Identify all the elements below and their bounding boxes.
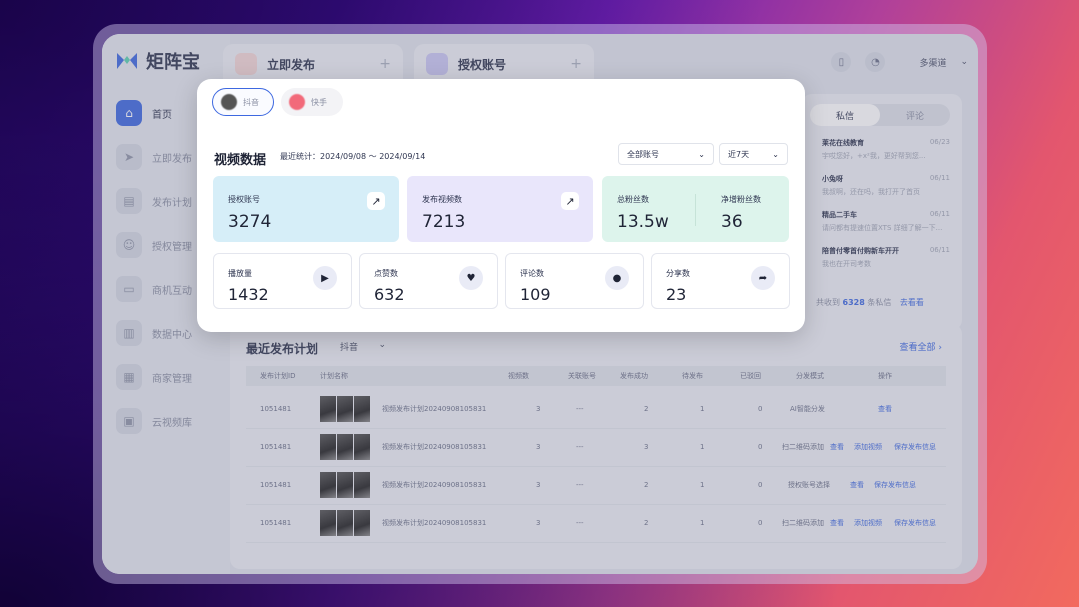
plays-stat-card: 播放量 1432 ▶ <box>213 253 352 309</box>
chevron-down-icon: ⌄ <box>772 149 779 159</box>
likes-stat-card: 点赞数 632 ♥ <box>359 253 498 309</box>
video-thumbnails <box>320 434 370 460</box>
add-video-link[interactable]: 添加视频 <box>854 442 882 452</box>
sidebar-item-home[interactable]: ⌂ 首页 <box>116 100 172 126</box>
authorize-icon <box>426 53 448 75</box>
kuaishou-icon <box>289 94 305 110</box>
video-thumbnails <box>320 472 370 498</box>
save-publish-link[interactable]: 保存发布信息 <box>894 518 936 528</box>
messages-panel: 私信 评论 莱花在线教育 06/23 宇哎您好，+x²我，更好帮到您... 小兔呀… <box>802 94 962 330</box>
chat-icon: ▭ <box>116 276 142 302</box>
bell-icon[interactable]: ◔ <box>865 52 886 72</box>
platform-tab-kuaishou[interactable]: 快手 <box>281 88 343 116</box>
comment-icon: ● <box>605 266 629 290</box>
logo: 矩阵宝 <box>116 48 200 74</box>
view-link[interactable]: 查看 <box>830 518 844 528</box>
view-all-link[interactable]: 查看全部 › <box>900 340 942 353</box>
table-row[interactable]: 1051481 视频发布计划20240908105831 3 --- 2 1 0… <box>246 466 946 505</box>
sidebar-item-auth[interactable]: ☺ 授权管理 <box>116 232 192 258</box>
table-row[interactable]: 1051481 视频发布计划20240908105831 3 --- 3 1 0… <box>246 428 946 467</box>
message-item[interactable]: 陪曾付零首付购新车开开 06/11 我也在开司考数 <box>822 246 950 269</box>
send-icon: ➤ <box>116 144 142 170</box>
sidebar-item-plan[interactable]: ▤ 发布计划 <box>116 188 192 214</box>
logo-text: 矩阵宝 <box>146 52 200 73</box>
video-data-modal: 抖音 快手 视频数据 最近统计：2024/09/08 ～ 2024/09/14 … <box>197 79 805 332</box>
top-right-bar: ▯ ◔ 多渠道 ⌄ <box>831 52 968 72</box>
messages-tabs: 私信 评论 <box>810 104 950 126</box>
published-videos-card[interactable]: 发布视频数 7213 ↗ <box>407 176 593 242</box>
sidebar-item-publish[interactable]: ➤ 立即发布 <box>116 144 192 170</box>
fans-card: 总粉丝数 13.5w 净增粉丝数 36 <box>602 176 789 242</box>
view-link[interactable]: 查看 <box>830 442 844 452</box>
sidebar-item-data[interactable]: ▥ 数据中心 <box>116 320 192 346</box>
user-icon: ☺ <box>116 232 142 258</box>
account-select[interactable]: 全部账号 ⌄ <box>618 143 714 165</box>
tab-publish[interactable]: 立即发布 + <box>223 44 403 84</box>
save-publish-link[interactable]: 保存发布信息 <box>874 480 916 490</box>
view-link[interactable]: 查看 <box>850 480 864 490</box>
chevron-down-icon: ⌄ <box>698 149 705 159</box>
chevron-down-icon: ⌄ <box>378 340 386 350</box>
plan-icon: ▤ <box>116 188 142 214</box>
video-icon: ▣ <box>116 408 142 434</box>
message-item[interactable]: 精品二手车 06/11 请问都有提速位置XTS 詳细了解一下... <box>822 210 950 233</box>
sidebar-item-video-library[interactable]: ▣ 云视频库 <box>116 408 192 434</box>
video-thumbnails <box>320 510 370 536</box>
shares-stat-card: 分享数 23 ➦ <box>651 253 790 309</box>
platform-select[interactable]: 抖音 ⌄ <box>334 338 392 355</box>
table-header: 发布计划ID 计划名称 视频数 关联账号 发布成功 待发布 已驳回 分发模式 操… <box>246 366 946 386</box>
messages-footer: 共收到 6328 条私信 去看看 <box>816 298 924 307</box>
table-row[interactable]: 1051481 视频发布计划20240908105831 3 --- 2 1 0… <box>246 390 946 429</box>
period-select[interactable]: 近7天 ⌄ <box>719 143 788 165</box>
home-icon: ⌂ <box>116 100 142 126</box>
table-row[interactable]: 1051481 视频发布计划20240908105831 3 --- 2 1 0… <box>246 504 946 543</box>
share-icon: ➦ <box>751 266 775 290</box>
book-icon[interactable]: ▯ <box>831 52 852 72</box>
recent-plans-panel: 最近发布计划 抖音 ⌄ 查看全部 › 发布计划ID 计划名称 视频数 关联账号 … <box>230 324 962 569</box>
date-range: 最近统计：2024/09/08 ～ 2024/09/14 <box>280 152 426 161</box>
tab-private-messages[interactable]: 私信 <box>810 104 880 126</box>
heart-icon: ♥ <box>459 266 483 290</box>
play-icon: ▶ <box>313 266 337 290</box>
divider <box>695 194 696 226</box>
arrow-up-right-icon[interactable]: ↗ <box>561 192 579 210</box>
douyin-icon <box>221 94 237 110</box>
logo-icon <box>117 53 137 69</box>
save-publish-link[interactable]: 保存发布信息 <box>894 442 936 452</box>
chevron-down-icon[interactable]: ⌄ <box>960 57 968 67</box>
platform-tab-douyin[interactable]: 抖音 <box>212 88 274 116</box>
tab-comments[interactable]: 评论 <box>880 104 950 126</box>
view-link[interactable]: 查看 <box>878 404 892 414</box>
user-name[interactable]: 多渠道 <box>919 56 946 69</box>
tab-authorize[interactable]: 授权账号 + <box>414 44 594 84</box>
add-tab-icon[interactable]: + <box>379 56 391 72</box>
modal-title: 视频数据 <box>214 153 267 168</box>
video-thumbnails <box>320 396 370 422</box>
comments-stat-card: 评论数 109 ● <box>505 253 644 309</box>
store-icon: ▦ <box>116 364 142 390</box>
sidebar-item-merchant[interactable]: ▦ 商家管理 <box>116 364 192 390</box>
publish-icon <box>235 53 257 75</box>
add-tab-icon[interactable]: + <box>570 56 582 72</box>
authorized-accounts-card[interactable]: 授权账号 3274 ↗ <box>213 176 399 242</box>
chart-icon: ▥ <box>116 320 142 346</box>
plans-title: 最近发布计划 <box>246 342 319 356</box>
add-video-link[interactable]: 添加视频 <box>854 518 882 528</box>
view-messages-link[interactable]: 去看看 <box>900 298 924 307</box>
arrow-up-right-icon[interactable]: ↗ <box>367 192 385 210</box>
message-item[interactable]: 莱花在线教育 06/23 宇哎您好，+x²我，更好帮到您... <box>822 138 950 161</box>
message-item[interactable]: 小兔呀 06/11 我叔啊，还在吗，我打开了首页 <box>822 174 950 197</box>
sidebar-item-interaction[interactable]: ▭ 商机互动 <box>116 276 192 302</box>
